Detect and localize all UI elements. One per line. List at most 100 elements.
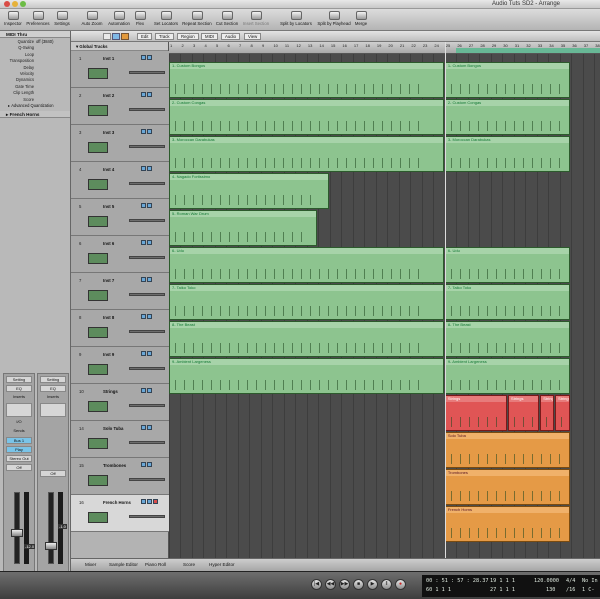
track-header[interactable]: 16 French Horns [71,495,169,532]
global-tracks-toggle[interactable]: ▾ Global Tracks [71,42,168,51]
record-enable-button[interactable] [153,499,158,504]
set-locators-button[interactable]: Set Locators [152,11,180,26]
track-name[interactable]: Inst 3 [103,130,114,135]
solo-button[interactable] [147,351,152,356]
region[interactable]: 7- Taiko Toko [444,284,571,320]
region-parameters-header[interactable]: MIDI Thru [0,31,70,38]
track-name[interactable]: Inst 4 [103,167,114,172]
track-volume-fader[interactable] [129,478,165,481]
region[interactable]: Strings [540,395,555,431]
track-volume-fader[interactable] [129,293,165,296]
solo-button[interactable] [147,203,152,208]
stop-button[interactable]: ■ [353,579,364,590]
track-volume-fader[interactable] [129,441,165,444]
strip-insert-slot[interactable] [6,403,32,417]
region[interactable]: 6- Udu [444,247,571,283]
track-name[interactable]: French Horns [103,500,131,505]
track-header[interactable]: 9 Inst 9 [71,347,169,384]
strip-setting-button[interactable]: Setting [6,376,32,383]
minimize-window-button[interactable] [12,1,18,7]
track-volume-fader[interactable] [129,330,165,333]
tab-sample-editor[interactable]: Sample Editor [109,562,138,567]
track-name[interactable]: Inst 2 [103,93,114,98]
split-by-locators-button[interactable]: Split by Locators [278,11,314,26]
region[interactable]: 5- Roman War Drum [169,210,318,246]
track-volume-fader[interactable] [129,515,165,518]
track-name[interactable]: Inst 6 [103,241,114,246]
repeat-section-button[interactable]: Repeat Section [182,11,212,26]
solo-button[interactable] [147,425,152,430]
auto-zoom-button[interactable]: Auto Zoom [80,11,104,26]
link-icon[interactable] [121,33,129,40]
solo-button[interactable] [147,462,152,467]
catch-playhead-icon[interactable] [112,33,120,40]
mute-button[interactable] [141,55,146,60]
track-header[interactable]: 10 Strings [71,384,169,421]
track-volume-fader[interactable] [129,145,165,148]
region[interactable]: 2- Custom Congas [169,99,444,135]
automation-button[interactable]: Automation [106,11,132,26]
region[interactable]: 4- Nagado Fortissimo [169,173,329,209]
merge-button[interactable]: Merge [353,11,369,26]
track-header[interactable]: 4 Inst 4 [71,162,169,199]
track-header[interactable]: 5 Inst 5 [71,199,169,236]
strip-play-button[interactable]: Play [6,446,32,453]
track-header[interactable]: 8 Inst 8 [71,310,169,347]
menu-track[interactable]: Track [155,33,174,40]
fast-forward-button[interactable]: ▶▶ [339,579,350,590]
solo-button[interactable] [147,129,152,134]
track-volume-fader[interactable] [129,367,165,370]
strip-send-bus-slot[interactable]: Bus 1 [6,437,32,444]
menu-audio[interactable]: Audio [221,33,240,40]
bar-ruler[interactable]: 1 2 3 4 5 6 7 8 9 10 11 12 13 14 15 16 17 18 19 20 21 22 23 24 2… [169,42,600,54]
menu-region[interactable]: Region [177,33,199,40]
volume-fader-handle[interactable] [45,542,57,550]
track-name[interactable]: Solo Tuba [103,426,123,431]
strip-eq-display[interactable]: EQ [40,385,66,392]
strip-automation-mode[interactable]: Off [40,470,66,477]
region[interactable]: 9- Ambient Largeness [169,358,444,394]
region[interactable]: 8- The Beast [444,321,571,357]
track-volume-fader[interactable] [129,182,165,185]
track-header[interactable]: 6 Inst 6 [71,236,169,273]
track-header[interactable]: 15 Trombones [71,458,169,495]
strip-eq-display[interactable]: EQ [6,385,32,392]
track-header[interactable]: 7 Inst 7 [71,273,169,310]
strip-setting-button[interactable]: Setting [40,376,66,383]
region[interactable]: 9- Ambient Largeness [444,358,571,394]
solo-button[interactable] [147,277,152,282]
track-name[interactable]: Inst 1 [103,56,114,61]
mute-button[interactable] [141,166,146,171]
solo-button[interactable] [147,388,152,393]
preferences-button[interactable]: Preferences [26,11,50,26]
settings-button[interactable]: Settings [52,11,72,26]
track-volume-fader[interactable] [129,404,165,407]
volume-fader-track[interactable] [48,492,54,564]
track-name[interactable]: Inst 7 [103,278,114,283]
menu-view[interactable]: View [244,33,262,40]
mute-button[interactable] [141,499,146,504]
transport-lcd[interactable]: 00 : 51 : 57 : 28.37 60 1 1 1 19 1 1 1 2… [422,575,600,597]
region[interactable]: Strings [444,395,508,431]
menu-midi[interactable]: MIDI [201,33,219,40]
mute-button[interactable] [141,388,146,393]
cut-section-button[interactable]: Cut Section [214,11,240,26]
record-button[interactable]: ● [395,579,406,590]
solo-button[interactable] [147,55,152,60]
volume-fader-track[interactable] [14,492,20,564]
mute-button[interactable] [141,129,146,134]
region[interactable]: Solo Tuba [444,432,571,468]
tab-score[interactable]: Score [183,562,195,567]
flex-button[interactable]: Flex [133,11,147,26]
strip-insert-slot[interactable] [40,403,66,417]
region[interactable]: 8- The Beast [169,321,444,357]
menu-edit[interactable]: Edit [137,33,153,40]
close-window-button[interactable] [4,1,10,7]
mute-button[interactable] [141,203,146,208]
track-header[interactable]: 2 Inst 2 [71,88,169,125]
tab-mixer[interactable]: Mixer [85,562,96,567]
track-volume-fader[interactable] [129,256,165,259]
region[interactable]: Strings [555,395,571,431]
inspector-button[interactable]: Inspector [2,11,24,26]
region[interactable]: 7- Taiko Toko [169,284,444,320]
